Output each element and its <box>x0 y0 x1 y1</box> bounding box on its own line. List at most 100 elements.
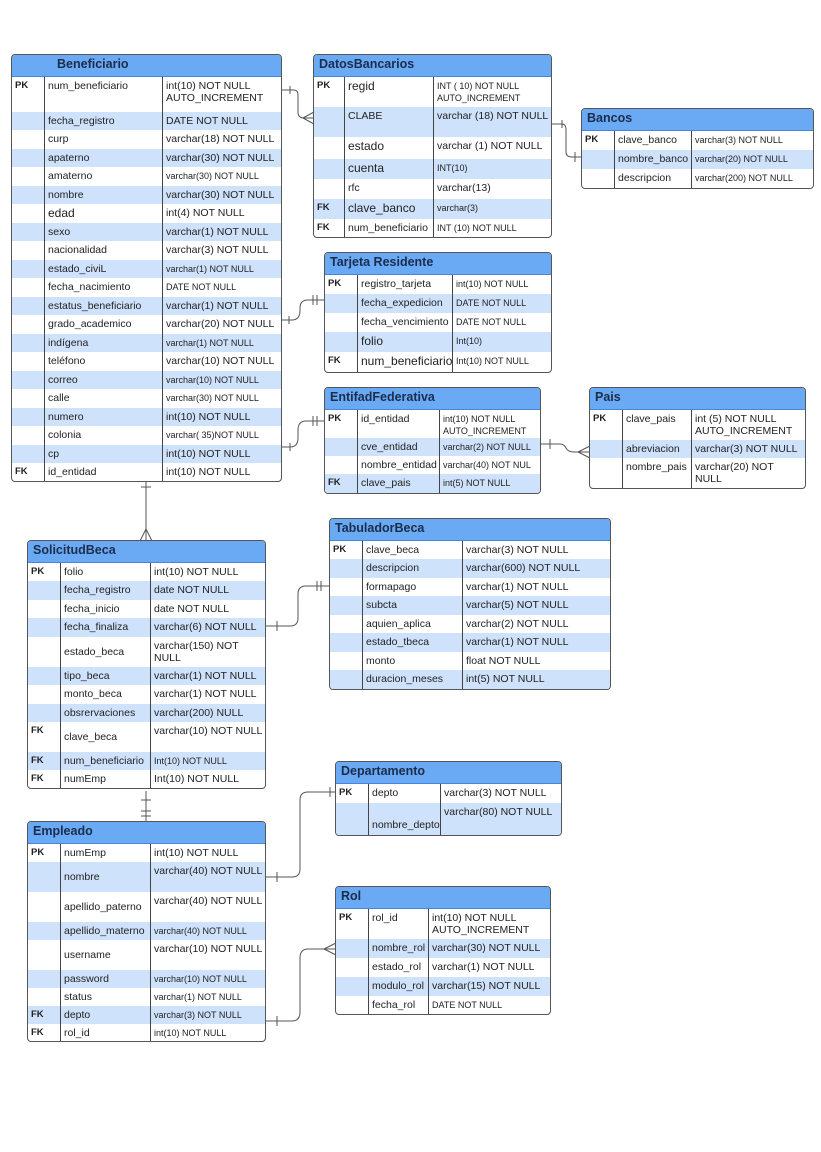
table-row[interactable]: estado_civiL varchar(1) NOT NULL <box>12 260 281 278</box>
table-row[interactable]: nacionalidad varchar(3) NOT NULL <box>12 241 281 260</box>
table-row[interactable]: subcta varchar(5) NOT NULL <box>330 596 610 615</box>
table-row[interactable]: amaterno varchar(30) NOT NULL <box>12 167 281 186</box>
table-row[interactable]: estado_rol varchar(1) NOT NULL <box>336 958 550 977</box>
table-rol[interactable]: Rol PK rol_id int(10) NOT NULL AUTO_INCREM… <box>335 886 551 1015</box>
table-row[interactable]: calle varchar(30) NOT NULL <box>12 389 281 408</box>
table-row[interactable]: fecha_finaliza varchar(6) NOT NULL <box>28 618 265 637</box>
table-pais[interactable]: Pais PK clave_pais int (5) NOT NULL AUTO_… <box>589 387 806 489</box>
table-row[interactable]: estado varchar (1) NOT NULL <box>314 137 551 159</box>
table-row[interactable]: folio Int(10) <box>325 332 551 352</box>
column-type: date NOT NULL <box>150 581 265 600</box>
table-row[interactable]: PK clave_banco varchar(3) NOT NULL <box>582 131 813 150</box>
table-row[interactable]: FK rol_id int(10) NOT NULL <box>28 1024 265 1041</box>
table-row[interactable]: grado_academico varchar(20) NOT NULL <box>12 315 281 334</box>
column-type: varchar(600) NOT NULL <box>462 559 610 578</box>
table-row[interactable]: apellido_paterno varchar(40) NOT NULL <box>28 892 265 922</box>
table-row[interactable]: nombre_entidad varchar(40) NOT NUL <box>325 456 540 474</box>
table-row[interactable]: abreviacion varchar(3) NOT NULL <box>590 440 805 458</box>
table-row[interactable]: PK clave_beca varchar(3) NOT NULL <box>330 541 610 559</box>
table-row[interactable]: fecha_rol DATE NOT NULL <box>336 996 550 1014</box>
table-entidad-federativa[interactable]: EntifadFederativa PK id_entidad int(10) NO… <box>324 387 541 494</box>
table-row[interactable]: fecha_expedicion DATE NOT NULL <box>325 294 551 313</box>
table-row[interactable]: nombre_pais varchar(20) NOT NULL <box>590 458 805 488</box>
table-row[interactable]: tipo_beca varchar(1) NOT NULL <box>28 667 265 685</box>
table-datosbancarios[interactable]: DatosBancarios PK regid INT ( 10) NOT NULL… <box>313 54 552 238</box>
table-row[interactable]: descripcion varchar(200) NOT NULL <box>582 169 813 188</box>
column-type: varchar(15) NOT NULL <box>428 977 550 996</box>
table-row[interactable]: apellido_materno varchar(40) NOT NULL <box>28 922 265 940</box>
column-name: username <box>60 940 150 970</box>
table-row[interactable]: FK num_beneficiario Int(10) NOT NULL <box>28 752 265 770</box>
table-row[interactable]: FK clave_beca varchar(10) NOT NULL <box>28 722 265 752</box>
table-departamento[interactable]: Departamento PK depto varchar(3) NOT NULL n… <box>335 761 562 836</box>
table-row[interactable]: cuenta INT(10) <box>314 159 551 179</box>
table-row[interactable]: indígena varchar(1) NOT NULL <box>12 334 281 352</box>
table-row[interactable]: numero int(10) NOT NULL <box>12 408 281 426</box>
table-row[interactable]: estado_beca varchar(150) NOT NULL <box>28 637 265 667</box>
table-row[interactable]: edad int(4) NOT NULL <box>12 204 281 223</box>
table-empleado[interactable]: Empleado PK numEmp int(10) NOT NULL nombre… <box>27 821 266 1042</box>
table-row[interactable]: PK id_entidad int(10) NOT NULL AUTO_INCREM… <box>325 410 540 438</box>
table-row[interactable]: PK num_beneficiario int(10) NOT NULL AUTO_… <box>12 77 281 112</box>
table-row[interactable]: teléfono varchar(10) NOT NULL <box>12 352 281 371</box>
table-row[interactable]: nombre_depto varchar(80) NOT NULL <box>336 803 561 835</box>
table-row[interactable]: fecha_nacimiento DATE NOT NULL <box>12 278 281 297</box>
table-row[interactable]: nombre varchar(30) NOT NULL <box>12 186 281 204</box>
table-bancos[interactable]: Bancos PK clave_banco varchar(3) NOT NULL n… <box>581 108 814 189</box>
column-type: Int(10) NOT NULL <box>150 752 265 770</box>
column-name: rol_id <box>60 1024 150 1041</box>
table-row[interactable]: monto float NOT NULL <box>330 652 610 670</box>
table-row[interactable]: obsrervaciones varchar(200) NULL <box>28 704 265 722</box>
table-row[interactable]: PK rol_id int(10) NOT NULL AUTO_INCREMENT <box>336 909 550 939</box>
table-row[interactable]: aquien_aplica varchar(2) NOT NULL <box>330 615 610 633</box>
table-row[interactable]: username varchar(10) NOT NULL <box>28 940 265 970</box>
table-tabulador-beca[interactable]: TabuladorBeca PK clave_beca varchar(3) NOT… <box>329 518 611 690</box>
column-type: INT(10) <box>433 159 551 179</box>
table-row[interactable]: PK depto varchar(3) NOT NULL <box>336 784 561 803</box>
table-row[interactable]: FK num_beneficiario Int(10) NOT NULL <box>325 352 551 372</box>
table-row[interactable]: CLABE varchar (18) NOT NULL <box>314 107 551 137</box>
table-row[interactable]: estado_tbeca varchar(1) NOT NULL <box>330 633 610 652</box>
table-row[interactable]: rfc varchar(13) <box>314 179 551 199</box>
table-row[interactable]: modulo_rol varchar(15) NOT NULL <box>336 977 550 996</box>
table-row[interactable]: colonia varchar( 35)NOT NULL <box>12 426 281 445</box>
table-row[interactable]: FK num_beneficiario INT (10) NOT NULL <box>314 219 551 237</box>
table-row[interactable]: FK clave_banco varchar(3) <box>314 199 551 219</box>
table-row[interactable]: status varchar(1) NOT NULL <box>28 988 265 1006</box>
table-row[interactable]: descripcion varchar(600) NOT NULL <box>330 559 610 578</box>
table-beneficiario[interactable]: Beneficiario PK num_beneficiario int(10) N… <box>11 54 282 482</box>
table-row[interactable]: nombre_rol varchar(30) NOT NULL <box>336 939 550 958</box>
table-row[interactable]: PK clave_pais int (5) NOT NULL AUTO_INCRE… <box>590 410 805 440</box>
column-name: indígena <box>44 334 162 352</box>
table-row[interactable]: PK folio int(10) NOT NULL <box>28 563 265 581</box>
table-row[interactable]: correo varchar(10) NOT NULL <box>12 371 281 389</box>
table-solicitud-beca[interactable]: SolicitudBeca PK folio int(10) NOT NULL fec… <box>27 540 266 789</box>
table-row[interactable]: cp int(10) NOT NULL <box>12 445 281 463</box>
table-row[interactable]: curp varchar(18) NOT NULL <box>12 130 281 149</box>
table-row[interactable]: duracion_meses int(5) NOT NULL <box>330 670 610 689</box>
table-row[interactable]: PK regid INT ( 10) NOT NULL AUTO_INCREMENT <box>314 77 551 107</box>
table-tarjeta-residente[interactable]: Tarjeta Residente PK registro_tarjeta int(… <box>324 252 552 373</box>
table-row[interactable]: FK depto varchar(3) NOT NULL <box>28 1006 265 1024</box>
table-row[interactable]: cve_entidad varchar(2) NOT NULL <box>325 438 540 456</box>
table-row[interactable]: nombre_banco varchar(20) NOT NULL <box>582 150 813 169</box>
table-row[interactable]: FK clave_pais int(5) NOT NULL <box>325 474 540 493</box>
table-row[interactable]: FK id_entidad int(10) NOT NULL <box>12 463 281 481</box>
table-row[interactable]: fecha_registro date NOT NULL <box>28 581 265 600</box>
table-row[interactable]: fecha_registro DATE NOT NULL <box>12 112 281 130</box>
table-row[interactable]: FK numEmp Int(10) NOT NULL <box>28 770 265 788</box>
column-type: int(10) NOT NULL <box>162 445 281 463</box>
table-row[interactable]: formapago varchar(1) NOT NULL <box>330 578 610 596</box>
table-row[interactable]: apaterno varchar(30) NOT NULL <box>12 149 281 167</box>
table-title: Rol <box>336 887 550 909</box>
table-row[interactable]: PK numEmp int(10) NOT NULL <box>28 844 265 862</box>
table-row[interactable]: fecha_vencimiento DATE NOT NULL <box>325 313 551 332</box>
table-row[interactable]: estatus_beneficiario varchar(1) NOT NULL <box>12 297 281 315</box>
table-row[interactable]: monto_beca varchar(1) NOT NULL <box>28 685 265 704</box>
table-row[interactable]: PK registro_tarjeta int(10) NOT NULL <box>325 275 551 294</box>
table-row[interactable]: nombre varchar(40) NOT NULL <box>28 862 265 892</box>
table-row[interactable]: password varchar(10) NOT NULL <box>28 970 265 988</box>
column-name: apaterno <box>44 149 162 167</box>
table-row[interactable]: fecha_inicio date NOT NULL <box>28 600 265 618</box>
table-row[interactable]: sexo varchar(1) NOT NULL <box>12 223 281 241</box>
